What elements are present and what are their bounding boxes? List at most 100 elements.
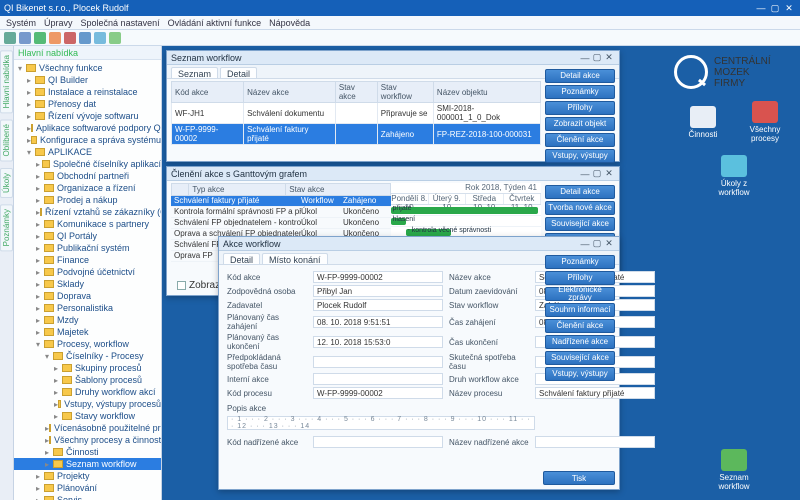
action-button[interactable]: Detail akce — [545, 185, 615, 199]
tree-node[interactable]: ▸Vícenásobně použitelné procesy — [14, 422, 161, 434]
maximize-icon[interactable]: ▢ — [768, 3, 782, 14]
tree-node[interactable]: ▸Projekty — [14, 470, 161, 482]
tool-icon[interactable] — [34, 32, 46, 44]
tree-node[interactable]: ▸Řízení vztahů se zákazníky (CRM) — [14, 206, 161, 218]
tab-misto[interactable]: Místo konání — [262, 253, 328, 264]
tree-node[interactable]: ▸Doprava — [14, 290, 161, 302]
kod-field[interactable]: W-FP-9999-00002 — [313, 271, 443, 283]
action-button[interactable]: Tvorba nové akce — [545, 201, 615, 215]
tree-node[interactable]: ▸Skupiny procesů — [14, 362, 161, 374]
tree-node[interactable]: ▸Plánování — [14, 482, 161, 494]
tree-node[interactable]: ▸Společné číselníky aplikací — [14, 158, 161, 170]
action-button[interactable]: Přílohy — [545, 271, 615, 285]
action-button[interactable]: Poznámky — [545, 255, 615, 269]
tree-node[interactable]: ▾Všechny funkce — [14, 62, 161, 74]
panel-title: Členění akce s Ganttovým grafem — [171, 169, 579, 179]
menu-item[interactable]: Systém — [6, 18, 36, 28]
tool-icon[interactable] — [4, 32, 16, 44]
tool-icon[interactable] — [94, 32, 106, 44]
panel-workflow-action: Akce workflow —▢✕ DetailMísto konání Kód… — [218, 236, 620, 490]
tree-node[interactable]: ▸Přenosy dat — [14, 98, 161, 110]
rail-tab[interactable]: Poznámky — [0, 204, 13, 251]
tree-node[interactable]: ▸Vstupy, výstupy procesů — [14, 398, 161, 410]
action-button[interactable]: Vstupy, výstupy — [545, 149, 615, 163]
min-icon[interactable]: — — [579, 169, 591, 179]
menu-item[interactable]: Nápověda — [269, 18, 310, 28]
tree-node[interactable]: ▸Všechny procesy a činnosti — [14, 434, 161, 446]
action-button[interactable]: Detail akce — [545, 69, 615, 83]
tile-cinnosti[interactable]: Činnosti — [675, 98, 731, 146]
action-button[interactable]: Poznámky — [545, 85, 615, 99]
tile-ukoly[interactable]: Úkoly z workflow — [706, 152, 762, 200]
nav-tree[interactable]: ▾Všechny funkce▸QI Builder▸Instalace a r… — [14, 60, 161, 500]
minimize-icon[interactable]: — — [754, 3, 768, 13]
tree-node[interactable]: ▸Organizace a řízení — [14, 182, 161, 194]
tool-icon[interactable] — [19, 32, 31, 44]
action-button[interactable]: Související akce — [545, 217, 615, 231]
tree-node[interactable]: ▸Publikační systém — [14, 242, 161, 254]
tree-node[interactable]: ▸Aplikace softwarové podpory QI — [14, 122, 161, 134]
menu-item[interactable]: Úpravy — [44, 18, 73, 28]
tree-node[interactable]: ▸Šablony procesů — [14, 374, 161, 386]
tab-seznam[interactable]: Seznam — [171, 67, 218, 78]
tree-node[interactable]: ▸QI Portály — [14, 230, 161, 242]
tool-icon[interactable] — [49, 32, 61, 44]
tree-node[interactable]: ▸Komunikace s partnery — [14, 218, 161, 230]
tree-node[interactable]: ▸Podvojné účetnictví — [14, 266, 161, 278]
tile-seznam-wf[interactable]: Seznam workflow — [706, 446, 762, 494]
action-button[interactable]: Vstupy, výstupy — [545, 367, 615, 381]
action-button[interactable]: Související akce — [545, 351, 615, 365]
close-icon[interactable]: ✕ — [603, 52, 615, 63]
tree-node[interactable]: ▸Činnosti — [14, 446, 161, 458]
close-icon[interactable]: ✕ — [603, 238, 615, 249]
tab-detail[interactable]: Detail — [223, 253, 260, 264]
tile-procesy[interactable]: Všechny procesy — [737, 98, 793, 146]
action-button[interactable]: Členění akce — [545, 319, 615, 333]
max-icon[interactable]: ▢ — [591, 52, 603, 63]
print-button[interactable]: Tisk — [543, 471, 615, 485]
tree-node[interactable]: ▸Konfigurace a správa systému — [14, 134, 161, 146]
rail-tab[interactable]: Oblíbené — [0, 119, 13, 161]
tool-icon[interactable] — [109, 32, 121, 44]
tool-icon[interactable] — [79, 32, 91, 44]
tree-node[interactable]: ▸Finance — [14, 254, 161, 266]
min-icon[interactable]: — — [579, 53, 591, 63]
action-button[interactable]: Souhrn informací — [545, 303, 615, 317]
tree-node[interactable]: ▾Číselníky - Procesy — [14, 350, 161, 362]
action-button[interactable]: Zobrazit objekt — [545, 117, 615, 131]
max-icon[interactable]: ▢ — [591, 168, 603, 179]
action-button[interactable]: Přílohy — [545, 101, 615, 115]
tree-node[interactable]: ▸Majetek — [14, 326, 161, 338]
menu-item[interactable]: Ovládání aktivní funkce — [168, 18, 262, 28]
action-button[interactable]: Elektronické zprávy — [545, 287, 615, 301]
tree-node[interactable]: ▸Sklady — [14, 278, 161, 290]
workflow-icon — [721, 449, 747, 471]
rail-tab[interactable]: Úkoly — [0, 168, 13, 198]
tree-node[interactable]: ▸Druhy workflow akcí — [14, 386, 161, 398]
panel-title: Akce workflow — [223, 239, 579, 249]
tree-node[interactable]: ▸Řízení vývoje softwaru — [14, 110, 161, 122]
workflow-grid[interactable]: Kód akceNázev akceStav akceStav workflow… — [171, 81, 541, 145]
menu-item[interactable]: Společná nastavení — [81, 18, 160, 28]
close-icon[interactable]: ✕ — [603, 168, 615, 179]
action-button[interactable]: Nadřízené akce — [545, 335, 615, 349]
tree-node[interactable]: ▸Mzdy — [14, 314, 161, 326]
tree-node[interactable]: ▸Servis — [14, 494, 161, 500]
max-icon[interactable]: ▢ — [591, 238, 603, 249]
tree-node[interactable]: ▸Prodej a nákup — [14, 194, 161, 206]
close-icon[interactable]: ✕ — [782, 3, 796, 14]
tree-node[interactable]: ▸Seznam workflow — [14, 458, 161, 470]
rail-tab[interactable]: Hlavní nabídka — [0, 50, 13, 113]
action-button[interactable]: Členění akce — [545, 133, 615, 147]
tree-node[interactable]: ▸Instalace a reinstalace — [14, 86, 161, 98]
tree-node[interactable]: ▾Procesy, workflow — [14, 338, 161, 350]
min-icon[interactable]: — — [579, 239, 591, 249]
tab-detail[interactable]: Detail — [220, 67, 257, 78]
tool-icon[interactable] — [64, 32, 76, 44]
tree-node[interactable]: ▸Stavy workflow — [14, 410, 161, 422]
panel-workflow-list: Seznam workflow —▢✕ SeznamDetail Kód akc… — [166, 50, 620, 162]
tree-node[interactable]: ▾APLIKACE — [14, 146, 161, 158]
tree-node[interactable]: ▸Personalistika — [14, 302, 161, 314]
tree-node[interactable]: ▸QI Builder — [14, 74, 161, 86]
tree-node[interactable]: ▸Obchodní partneři — [14, 170, 161, 182]
